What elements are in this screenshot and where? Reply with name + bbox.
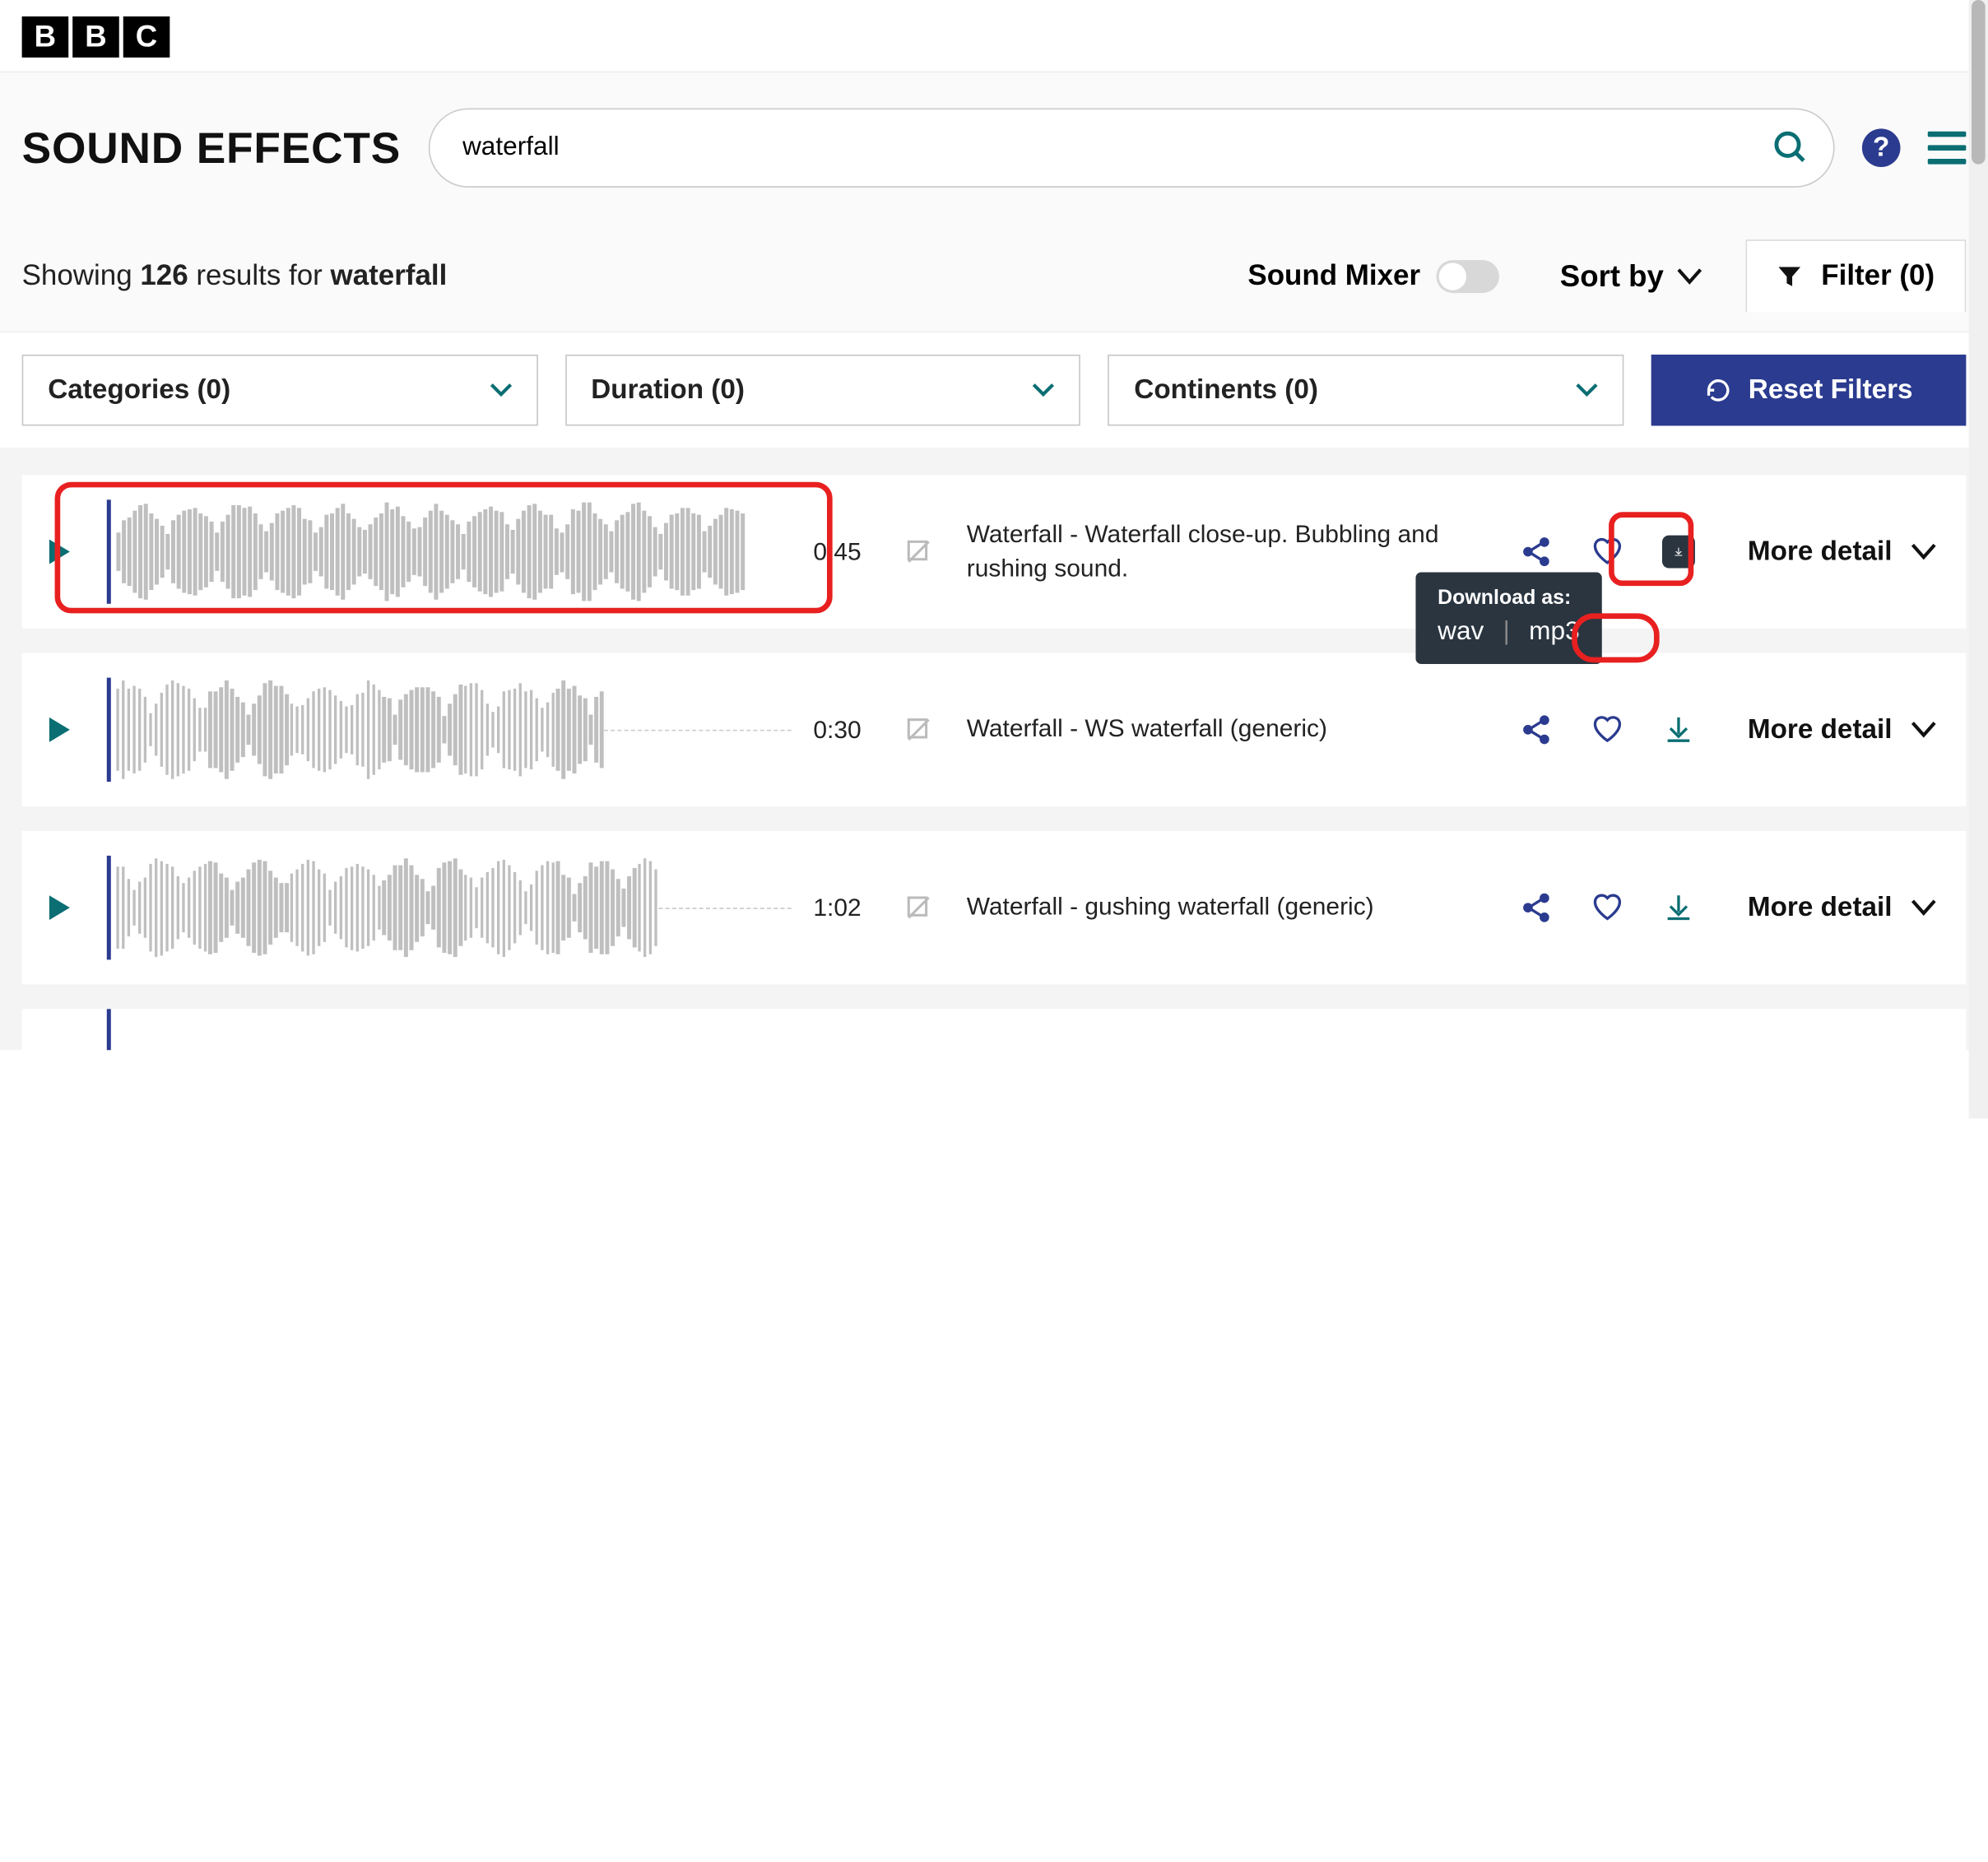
results-count-text: Showing 126 results for waterfall bbox=[22, 259, 448, 292]
download-icon[interactable] bbox=[1663, 891, 1696, 924]
filter-icon bbox=[1777, 264, 1802, 289]
result-card bbox=[22, 1009, 1967, 1050]
continents-dropdown[interactable]: Continents (0) bbox=[1108, 355, 1624, 426]
share-icon[interactable] bbox=[1521, 536, 1554, 569]
duration-text: 1:02 bbox=[813, 894, 881, 922]
chevron-down-icon bbox=[1911, 899, 1936, 916]
result-description: Waterfall - gushing waterfall (generic) bbox=[955, 890, 1498, 925]
waveform[interactable] bbox=[107, 678, 792, 782]
logo-letter: B bbox=[22, 16, 69, 58]
more-detail-button[interactable]: More detail bbox=[1748, 714, 1936, 745]
logo-letter: B bbox=[72, 16, 119, 58]
action-icons bbox=[1521, 713, 1696, 746]
sort-by-dropdown[interactable]: Sort by bbox=[1560, 258, 1702, 294]
chevron-down-icon bbox=[1911, 544, 1936, 560]
result-card: 1:02 Waterfall - gushing waterfall (gener… bbox=[22, 831, 1967, 984]
download-icon[interactable] bbox=[1663, 713, 1696, 746]
download-label: Download as: bbox=[1438, 586, 1580, 609]
search-input[interactable] bbox=[428, 108, 1834, 188]
result-description: Waterfall - WS waterfall (generic) bbox=[955, 713, 1498, 747]
reset-icon bbox=[1705, 377, 1732, 404]
chevron-down-icon bbox=[1576, 383, 1598, 397]
more-detail-button[interactable]: More detail bbox=[1748, 892, 1936, 923]
result-card: 0:30 Waterfall - WS waterfall (generic) Mo… bbox=[22, 653, 1967, 806]
bbc-logo[interactable]: B B C bbox=[22, 16, 1967, 58]
filter-button[interactable]: Filter (0) bbox=[1746, 239, 1967, 312]
page-title: SOUND EFFECTS bbox=[22, 123, 401, 174]
favorite-icon[interactable] bbox=[1591, 891, 1624, 924]
logo-letter: C bbox=[123, 16, 170, 58]
download-icon[interactable] bbox=[1663, 536, 1696, 569]
play-button[interactable] bbox=[33, 882, 85, 934]
mixer-add-icon[interactable] bbox=[903, 715, 934, 745]
help-icon[interactable]: ? bbox=[1862, 128, 1901, 167]
share-icon[interactable] bbox=[1521, 891, 1554, 924]
scrollbar[interactable] bbox=[1969, 0, 1988, 1118]
play-button[interactable] bbox=[33, 703, 85, 755]
favorite-icon[interactable] bbox=[1591, 536, 1624, 569]
chevron-down-icon bbox=[490, 383, 512, 397]
download-wav-option[interactable]: wav bbox=[1438, 617, 1484, 648]
categories-dropdown[interactable]: Categories (0) bbox=[22, 355, 538, 426]
mixer-add-icon[interactable] bbox=[903, 536, 934, 567]
reset-filters-button[interactable]: Reset Filters bbox=[1651, 355, 1967, 426]
action-icons bbox=[1521, 891, 1696, 924]
download-popup: Download as: wav | mp3 bbox=[1415, 573, 1601, 664]
chevron-down-icon bbox=[1911, 722, 1936, 738]
download-mp3-option[interactable]: mp3 bbox=[1529, 617, 1580, 648]
favorite-icon[interactable] bbox=[1591, 713, 1624, 746]
duration-text: 0:45 bbox=[813, 537, 881, 566]
chevron-down-icon bbox=[1678, 267, 1702, 284]
duration-text: 0:30 bbox=[813, 715, 881, 744]
more-detail-button[interactable]: More detail bbox=[1748, 536, 1936, 567]
play-button[interactable] bbox=[33, 526, 85, 578]
result-card: 0:45Waterfall - Waterfall close-up. Bubb… bbox=[22, 475, 1967, 628]
sound-mixer-label: Sound Mixer bbox=[1247, 259, 1420, 292]
chevron-down-icon bbox=[1033, 383, 1055, 397]
mixer-add-icon[interactable] bbox=[903, 893, 934, 923]
action-icons bbox=[1521, 536, 1696, 569]
scrollbar-thumb[interactable] bbox=[1972, 0, 1986, 165]
duration-dropdown[interactable]: Duration (0) bbox=[565, 355, 1081, 426]
waveform[interactable] bbox=[107, 499, 792, 603]
menu-icon[interactable] bbox=[1928, 132, 1967, 165]
waveform[interactable] bbox=[107, 856, 792, 959]
separator: | bbox=[1503, 617, 1510, 648]
sound-mixer-toggle[interactable] bbox=[1437, 259, 1500, 292]
share-icon[interactable] bbox=[1521, 713, 1554, 746]
search-icon[interactable] bbox=[1772, 128, 1810, 167]
